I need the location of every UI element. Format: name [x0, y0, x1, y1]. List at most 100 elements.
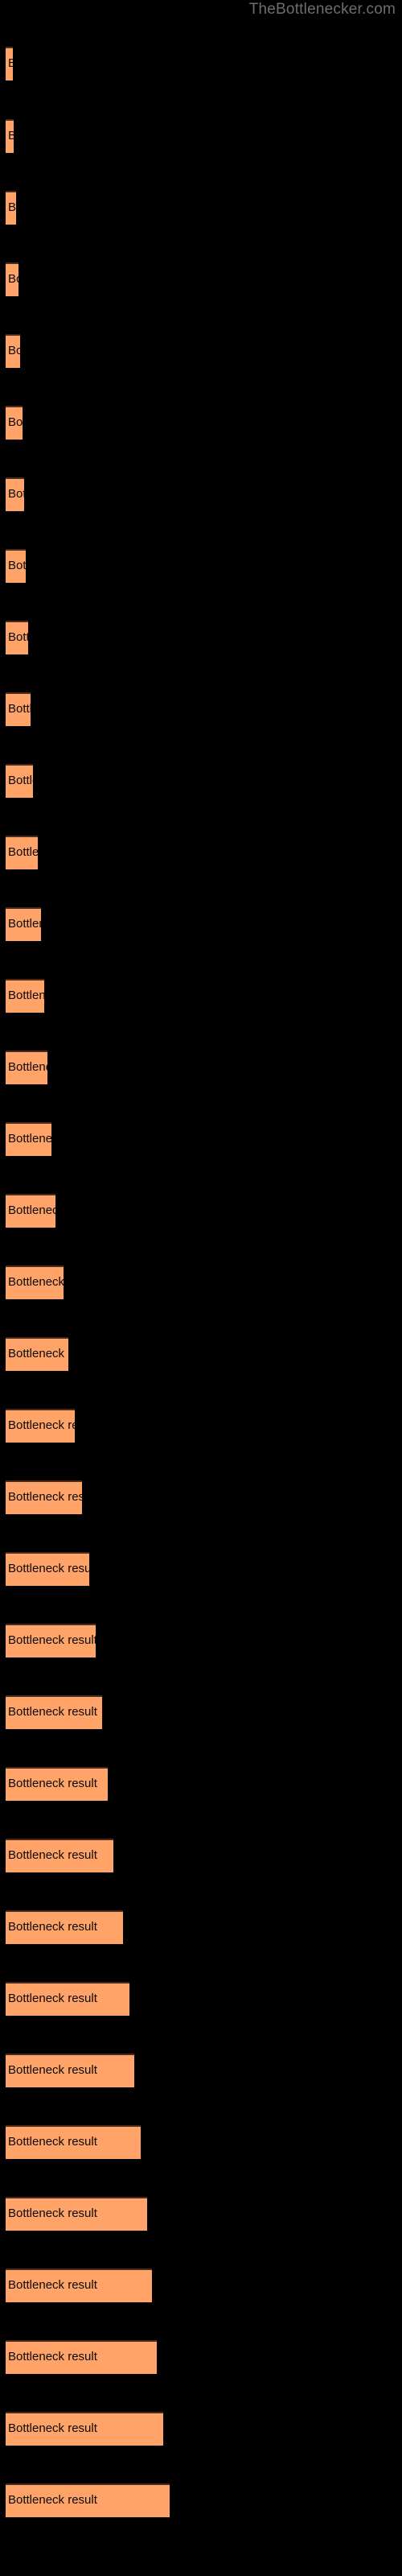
- bar-row[interactable]: Bottleneck result: [6, 764, 33, 798]
- bar-row[interactable]: Bottleneck result: [6, 406, 23, 440]
- bar-label: Bottleneck result: [8, 1203, 55, 1217]
- bar-clip: Bottleneck result: [6, 1194, 55, 1228]
- bar-clip: Bottleneck result: [6, 1552, 89, 1586]
- bar-label: Bottleneck result: [8, 845, 38, 859]
- bar-row[interactable]: Bottleneck result: [6, 1767, 108, 1801]
- bar-label: Bottleneck result: [8, 2278, 97, 2292]
- bar-clip: Bottleneck result: [6, 979, 44, 1013]
- bar-clip: Bottleneck result: [6, 621, 28, 654]
- bar-clip: Bottleneck result: [6, 1480, 82, 1514]
- bar-row[interactable]: Bottleneck result: [6, 2197, 147, 2231]
- bar-label: Bottleneck result: [8, 2207, 97, 2220]
- bar-label: Bottleneck result: [8, 415, 23, 429]
- bar-label: Bottleneck result: [8, 702, 31, 716]
- bar-row[interactable]: Bottleneck result: [6, 2268, 152, 2302]
- bar-label: Bottleneck result: [8, 1347, 68, 1360]
- bar-label: Bottleneck result: [8, 2063, 97, 2077]
- bar-clip: Bottleneck result: [6, 2268, 152, 2302]
- bar-clip: Bottleneck result: [6, 262, 18, 296]
- bar-clip: Bottleneck result: [6, 2483, 170, 2517]
- bar-clip: Bottleneck result: [6, 191, 16, 225]
- bar-label: Bottleneck result: [8, 1132, 51, 1146]
- bar-clip: Bottleneck result: [6, 477, 24, 511]
- bar-clip: Bottleneck result: [6, 2340, 157, 2374]
- bar-clip: Bottleneck result: [6, 836, 38, 869]
- bar-label: Bottleneck result: [8, 2493, 97, 2507]
- bar-label: Bottleneck result: [8, 774, 33, 787]
- bar-clip: Bottleneck result: [6, 1767, 108, 1801]
- bar-clip: Bottleneck result: [6, 47, 13, 80]
- bar-row[interactable]: Bottleneck result: [6, 191, 16, 225]
- bar-row[interactable]: Bottleneck result: [6, 262, 18, 296]
- bar-label: Bottleneck result: [8, 1562, 89, 1575]
- bar-clip: Bottleneck result: [6, 119, 14, 153]
- bar-label: Bottleneck result: [8, 1848, 97, 1862]
- bar-clip: Bottleneck result: [6, 2197, 147, 2231]
- bar-row[interactable]: Bottleneck result: [6, 1552, 89, 1586]
- bar-clip: Bottleneck result: [6, 1265, 64, 1299]
- bar-row[interactable]: Bottleneck result: [6, 1839, 113, 1872]
- bar-row[interactable]: Bottleneck result: [6, 47, 13, 80]
- bar-clip: Bottleneck result: [6, 764, 33, 798]
- bar-row[interactable]: Bottleneck result: [6, 979, 44, 1013]
- bar-clip: Bottleneck result: [6, 1982, 129, 2016]
- bar-label: Bottleneck result: [8, 1490, 82, 1504]
- bar-clip: Bottleneck result: [6, 549, 26, 583]
- bar-row[interactable]: Bottleneck result: [6, 119, 14, 153]
- bar-clip: Bottleneck result: [6, 1695, 102, 1729]
- bar-clip: Bottleneck result: [6, 2054, 134, 2087]
- bar-label: Bottleneck result: [8, 1418, 75, 1432]
- bar-clip: Bottleneck result: [6, 2125, 141, 2159]
- bar-row[interactable]: Bottleneck result: [6, 907, 41, 941]
- bar-row[interactable]: Bottleneck result: [6, 621, 28, 654]
- bar-row[interactable]: Bottleneck result: [6, 1480, 82, 1514]
- bar-row[interactable]: Bottleneck result: [6, 1122, 51, 1156]
- bar-label: Bottleneck result: [8, 2421, 97, 2435]
- bar-label: Bottleneck result: [8, 129, 14, 142]
- bar-label: Bottleneck result: [8, 272, 18, 286]
- bar-label: Bottleneck result: [8, 630, 28, 644]
- bar-label: Bottleneck result: [8, 487, 24, 501]
- bar-label: Bottleneck result: [8, 1992, 97, 2005]
- bar-row[interactable]: Bottleneck result: [6, 2125, 141, 2159]
- bar-row[interactable]: Bottleneck result: [6, 836, 38, 869]
- bar-label: Bottleneck result: [8, 200, 16, 214]
- bar-row[interactable]: Bottleneck result: [6, 2483, 170, 2517]
- bar-clip: Bottleneck result: [6, 692, 31, 726]
- bar-clip: Bottleneck result: [6, 1910, 123, 1944]
- bar-label: Bottleneck result: [8, 344, 20, 357]
- bar-clip: Bottleneck result: [6, 1624, 96, 1657]
- bar-row[interactable]: Bottleneck result: [6, 2412, 163, 2446]
- bar-row[interactable]: Bottleneck result: [6, 549, 26, 583]
- bar-label: Bottleneck result: [8, 2135, 97, 2149]
- bar-row[interactable]: Bottleneck result: [6, 2340, 157, 2374]
- bar-row[interactable]: Bottleneck result: [6, 1051, 47, 1084]
- bar-label: Bottleneck result: [8, 559, 26, 572]
- bar-series-layer: Bottleneck result Bottleneck result Bottle…: [0, 0, 402, 2576]
- bar-label: Bottleneck result: [8, 989, 44, 1002]
- bar-row[interactable]: Bottleneck result: [6, 1910, 123, 1944]
- bar-label: Bottleneck result: [8, 1705, 97, 1719]
- bar-clip: Bottleneck result: [6, 1409, 75, 1443]
- bar-row[interactable]: Bottleneck result: [6, 2054, 134, 2087]
- bar-label: Bottleneck result: [8, 2350, 97, 2363]
- bar-row[interactable]: Bottleneck result: [6, 1194, 55, 1228]
- bar-label: Bottleneck result: [8, 1633, 96, 1647]
- bar-row[interactable]: Bottleneck result: [6, 1982, 129, 2016]
- bar-clip: Bottleneck result: [6, 1051, 47, 1084]
- bar-row[interactable]: Bottleneck result: [6, 1265, 64, 1299]
- bar-row[interactable]: Bottleneck result: [6, 1337, 68, 1371]
- bar-clip: Bottleneck result: [6, 334, 20, 368]
- bar-row[interactable]: Bottleneck result: [6, 1695, 102, 1729]
- bar-row[interactable]: Bottleneck result: [6, 1409, 75, 1443]
- bar-label: Bottleneck result: [8, 1777, 97, 1790]
- bar-clip: Bottleneck result: [6, 2412, 163, 2446]
- bar-row[interactable]: Bottleneck result: [6, 477, 24, 511]
- bar-row[interactable]: Bottleneck result: [6, 1624, 96, 1657]
- bar-clip: Bottleneck result: [6, 907, 41, 941]
- bar-label: Bottleneck result: [8, 56, 13, 70]
- bar-row[interactable]: Bottleneck result: [6, 692, 31, 726]
- bar-clip: Bottleneck result: [6, 1337, 68, 1371]
- bar-row[interactable]: Bottleneck result: [6, 334, 20, 368]
- bottleneck-bar-chart: TheBottlenecker.com Bottleneck resultBot…: [0, 0, 402, 2576]
